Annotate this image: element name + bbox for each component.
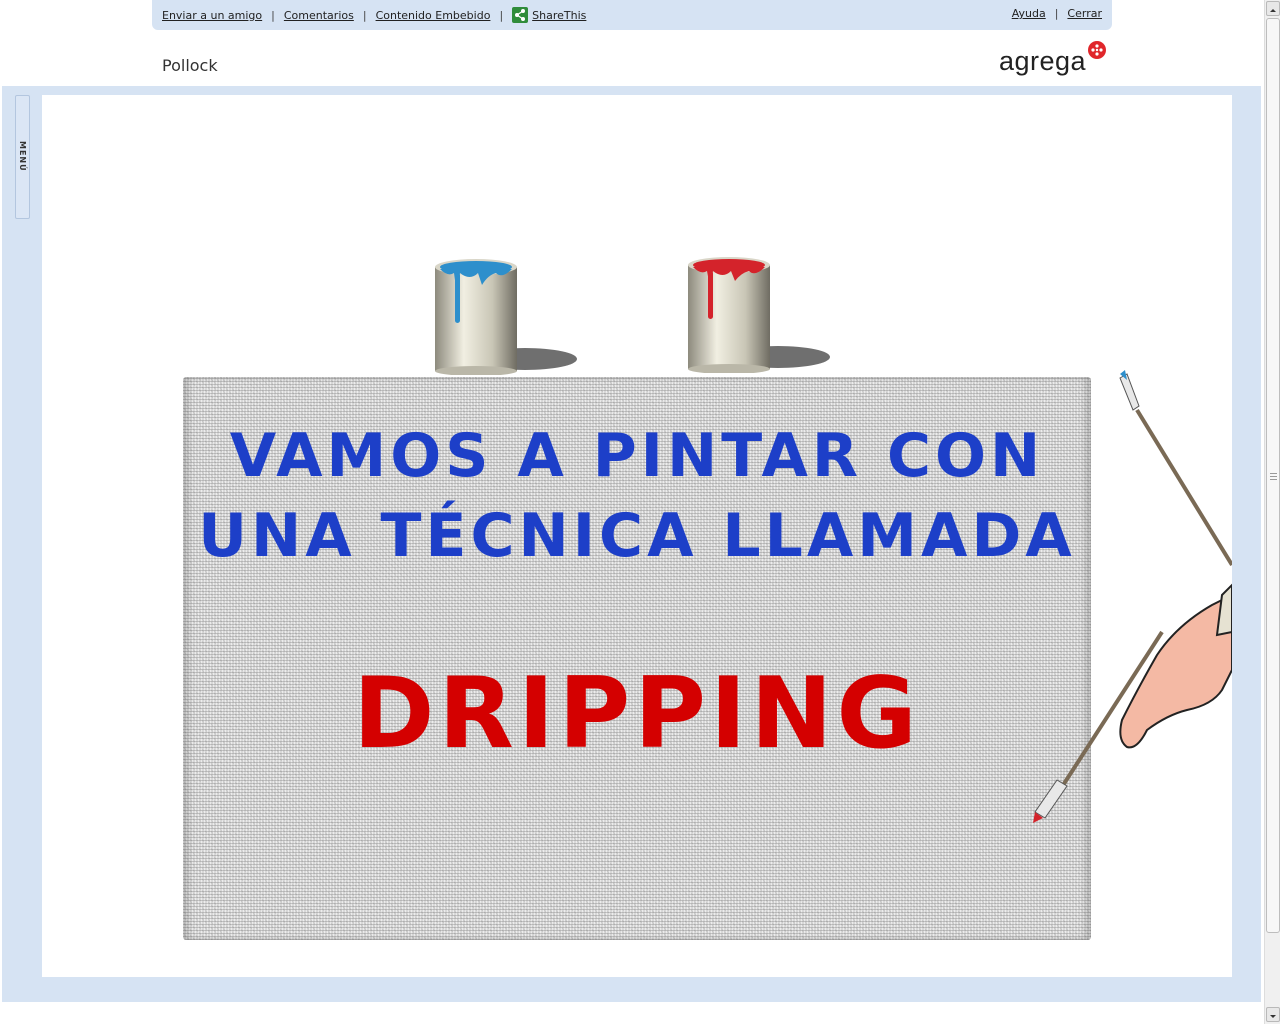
separator: | (499, 8, 504, 22)
sharethis-link[interactable]: ShareThis (532, 9, 586, 22)
canvas-board: VAMOS A PINTAR CON UNA TÉCNICA LLAMADA D… (183, 377, 1091, 940)
embedded-content-link[interactable]: Contenido Embebido (376, 9, 491, 22)
slide-highlight: DRIPPING (353, 657, 921, 771)
menu-tab[interactable]: MENÚ (15, 95, 30, 219)
top-toolbar: Enviar a un amigo | Comentarios | Conten… (152, 0, 1112, 30)
help-link[interactable]: Ayuda (1012, 7, 1046, 20)
red-paint-can-icon (688, 257, 830, 373)
agrega-logo: agrega (999, 46, 1087, 76)
slide-line-1: VAMOS A PINTAR CON (229, 421, 1045, 491)
close-link[interactable]: Cerrar (1067, 7, 1102, 20)
slide-line-2: UNA TÉCNICA LLAMADA (198, 501, 1076, 571)
toolbar-right: Ayuda | Cerrar (1012, 7, 1102, 20)
scrollbar-thumb[interactable] (1266, 18, 1280, 933)
scroll-down-button[interactable] (1266, 1007, 1280, 1022)
page-title: Pollock (162, 56, 218, 75)
blue-paint-can-icon (435, 259, 577, 375)
comments-link[interactable]: Comentarios (284, 9, 354, 22)
hand-with-brushes-icon (1033, 370, 1232, 823)
scroll-up-button[interactable] (1266, 1, 1280, 16)
logo-dot-icon (1088, 41, 1106, 59)
toolbar-links: Enviar a un amigo | Comentarios | Conten… (162, 7, 586, 23)
separator: | (362, 8, 367, 22)
separator: | (271, 8, 275, 22)
vertical-scrollbar[interactable] (1264, 0, 1280, 1024)
send-to-friend-link[interactable]: Enviar a un amigo (162, 9, 262, 22)
separator: | (1054, 7, 1059, 20)
slide-stage: VAMOS A PINTAR CON UNA TÉCNICA LLAMADA D… (42, 95, 1232, 977)
menu-label: MENÚ (18, 141, 27, 172)
share-icon[interactable] (512, 7, 529, 23)
